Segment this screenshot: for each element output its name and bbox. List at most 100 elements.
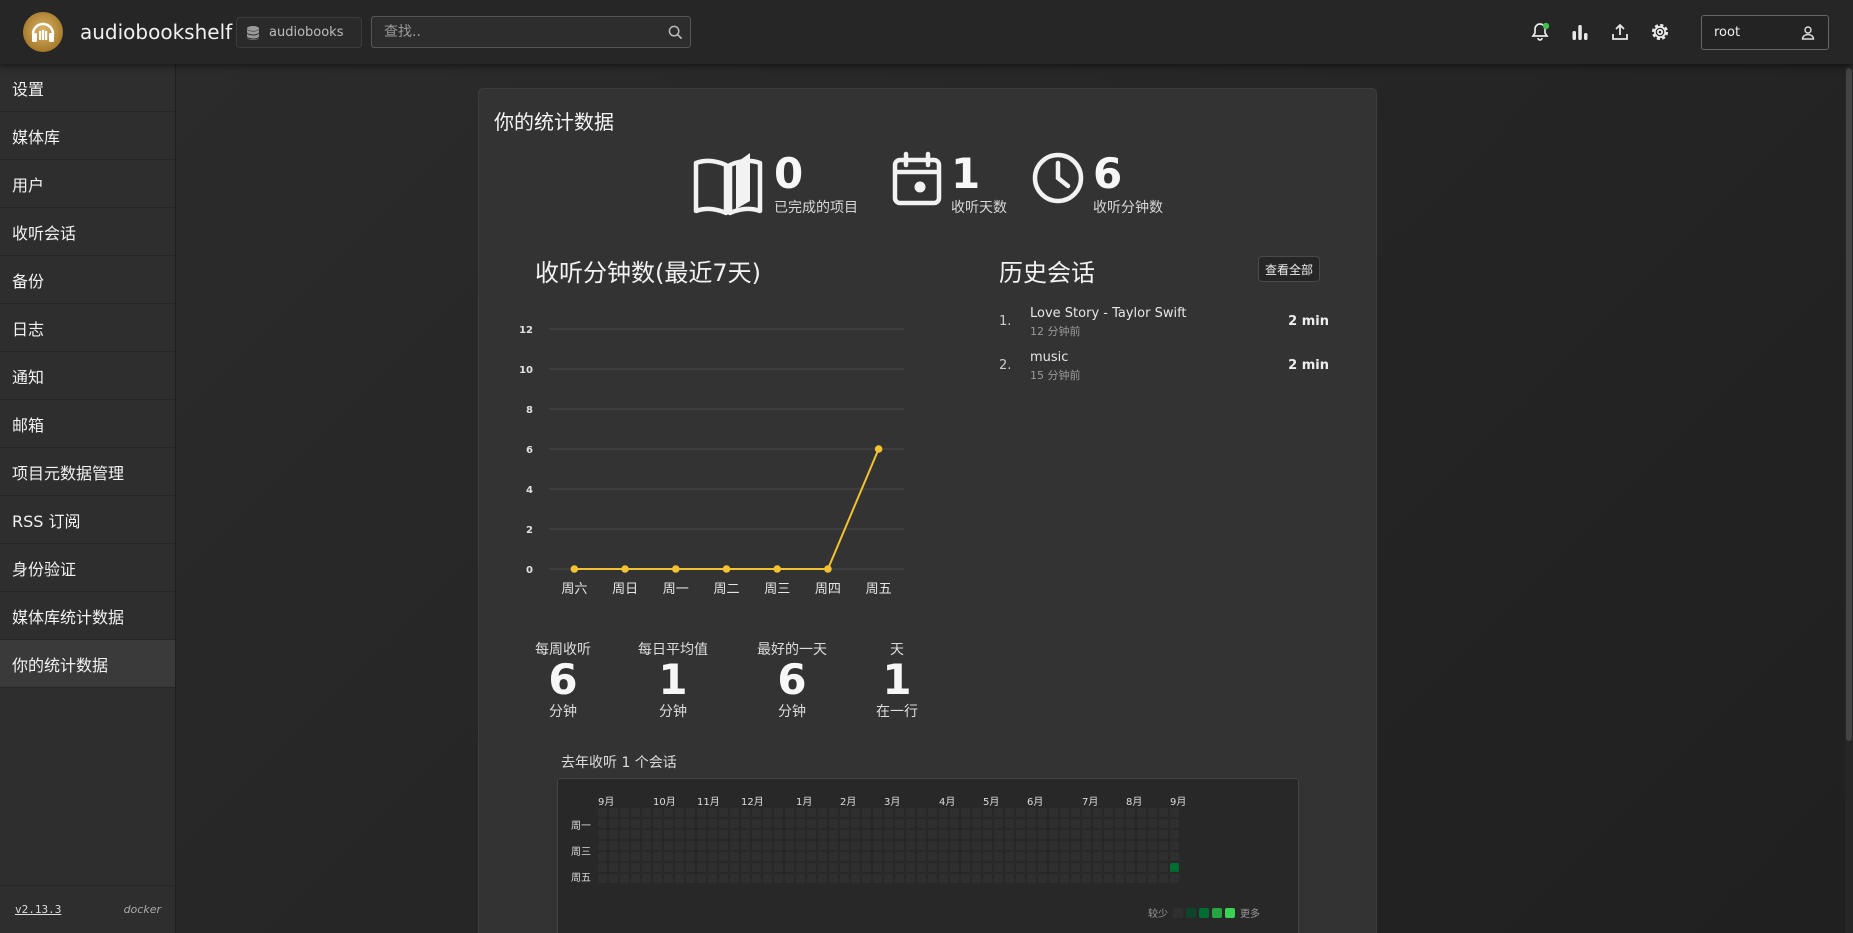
- heatmap-day-cell[interactable]: [653, 852, 662, 861]
- heatmap-day-cell[interactable]: [763, 852, 772, 861]
- heatmap-day-cell[interactable]: [675, 841, 684, 850]
- heatmap-day-cell[interactable]: [873, 874, 882, 883]
- heatmap-day-cell[interactable]: [1071, 841, 1080, 850]
- heatmap-day-cell[interactable]: [939, 808, 948, 817]
- heatmap-day-cell[interactable]: [862, 863, 871, 872]
- heatmap-day-cell[interactable]: [1170, 841, 1179, 850]
- heatmap-day-cell[interactable]: [741, 841, 750, 850]
- heatmap-day-cell[interactable]: [1170, 808, 1179, 817]
- heatmap-day-cell[interactable]: [675, 852, 684, 861]
- heatmap-day-cell[interactable]: [961, 852, 970, 861]
- heatmap-day-cell[interactable]: [994, 863, 1003, 872]
- heatmap-day-cell[interactable]: [620, 808, 629, 817]
- heatmap-day-cell[interactable]: [1038, 841, 1047, 850]
- heatmap-day-cell[interactable]: [686, 808, 695, 817]
- heatmap-day-cell[interactable]: [1027, 852, 1036, 861]
- heatmap-day-cell[interactable]: [972, 841, 981, 850]
- heatmap-day-cell[interactable]: [1027, 874, 1036, 883]
- heatmap-day-cell[interactable]: [917, 808, 926, 817]
- heatmap-day-cell[interactable]: [961, 841, 970, 850]
- heatmap-day-cell[interactable]: [1071, 819, 1080, 828]
- heatmap-day-cell[interactable]: [1115, 863, 1124, 872]
- search-input[interactable]: [372, 24, 660, 40]
- heatmap-day-cell[interactable]: [1049, 841, 1058, 850]
- heatmap-day-cell[interactable]: [1060, 830, 1069, 839]
- heatmap-day-cell[interactable]: [785, 808, 794, 817]
- heatmap-day-cell[interactable]: [631, 808, 640, 817]
- sidebar-item-logs[interactable]: 日志: [0, 304, 175, 352]
- heatmap-day-cell[interactable]: [1148, 841, 1157, 850]
- sidebar-item-your-stats[interactable]: 你的统计数据: [0, 640, 175, 688]
- heatmap-day-cell[interactable]: [796, 874, 805, 883]
- heatmap-day-cell[interactable]: [807, 841, 816, 850]
- heatmap-day-cell[interactable]: [774, 841, 783, 850]
- heatmap-day-cell[interactable]: [664, 808, 673, 817]
- heatmap-day-cell[interactable]: [631, 852, 640, 861]
- heatmap-day-cell[interactable]: [664, 830, 673, 839]
- heatmap-day-cell[interactable]: [774, 808, 783, 817]
- sidebar-item-settings[interactable]: 设置: [0, 64, 175, 112]
- stats-bar-chart-icon[interactable]: [1568, 20, 1592, 44]
- heatmap-day-cell[interactable]: [642, 808, 651, 817]
- heatmap-day-cell[interactable]: [862, 819, 871, 828]
- heatmap-day-cell[interactable]: [697, 852, 706, 861]
- heatmap-day-cell[interactable]: [928, 863, 937, 872]
- heatmap-day-cell[interactable]: [752, 852, 761, 861]
- heatmap-day-cell[interactable]: [1016, 841, 1025, 850]
- heatmap-day-cell[interactable]: [1170, 852, 1179, 861]
- heatmap-day-cell[interactable]: [917, 819, 926, 828]
- heatmap-day-cell[interactable]: [1060, 874, 1069, 883]
- heatmap-day-cell[interactable]: [796, 830, 805, 839]
- heatmap-day-cell[interactable]: [807, 863, 816, 872]
- heatmap-day-cell[interactable]: [928, 852, 937, 861]
- heatmap-day-cell[interactable]: [796, 852, 805, 861]
- heatmap-day-cell[interactable]: [708, 808, 717, 817]
- heatmap-day-cell[interactable]: [719, 841, 728, 850]
- heatmap-day-cell[interactable]: [620, 819, 629, 828]
- sidebar-item-libraries[interactable]: 媒体库: [0, 112, 175, 160]
- heatmap-day-cell[interactable]: [862, 874, 871, 883]
- heatmap-day-cell[interactable]: [895, 808, 904, 817]
- heatmap-day-cell[interactable]: [620, 841, 629, 850]
- heatmap-day-cell[interactable]: [1027, 863, 1036, 872]
- heatmap-day-cell[interactable]: [708, 819, 717, 828]
- heatmap-day-cell[interactable]: [1071, 863, 1080, 872]
- user-menu-button[interactable]: root: [1701, 15, 1829, 50]
- heatmap-day-cell[interactable]: [796, 819, 805, 828]
- heatmap-day-cell[interactable]: [1071, 830, 1080, 839]
- heatmap-day-cell[interactable]: [675, 863, 684, 872]
- heatmap-day-cell[interactable]: [895, 830, 904, 839]
- app-name[interactable]: audiobookshelf: [80, 20, 232, 44]
- heatmap-day-cell[interactable]: [598, 852, 607, 861]
- heatmap-day-cell[interactable]: [1016, 852, 1025, 861]
- version-link[interactable]: v2.13.3: [15, 903, 61, 916]
- heatmap-day-cell[interactable]: [818, 830, 827, 839]
- heatmap-day-cell[interactable]: [675, 808, 684, 817]
- heatmap-day-cell[interactable]: [609, 874, 618, 883]
- heatmap-day-cell[interactable]: [1104, 852, 1113, 861]
- heatmap-day-cell[interactable]: [873, 863, 882, 872]
- heatmap-day-cell[interactable]: [598, 863, 607, 872]
- heatmap-day-cell[interactable]: [961, 819, 970, 828]
- heatmap-day-cell[interactable]: [642, 852, 651, 861]
- heatmap-day-cell[interactable]: [1071, 852, 1080, 861]
- heatmap-day-cell[interactable]: [1126, 841, 1135, 850]
- heatmap-day-cell[interactable]: [1137, 841, 1146, 850]
- upload-icon[interactable]: [1608, 20, 1632, 44]
- heatmap-day-cell[interactable]: [1093, 830, 1102, 839]
- heatmap-day-cell[interactable]: [719, 852, 728, 861]
- heatmap-day-cell[interactable]: [851, 863, 860, 872]
- heatmap-day-cell[interactable]: [983, 874, 992, 883]
- heatmap-day-cell[interactable]: [939, 874, 948, 883]
- heatmap-day-cell[interactable]: [653, 808, 662, 817]
- heatmap-day-cell[interactable]: [829, 874, 838, 883]
- heatmap-day-cell[interactable]: [1093, 852, 1102, 861]
- heatmap-day-cell[interactable]: [609, 830, 618, 839]
- heatmap-day-cell[interactable]: [917, 852, 926, 861]
- heatmap-day-cell[interactable]: [1093, 808, 1102, 817]
- heatmap-day-cell[interactable]: [1137, 874, 1146, 883]
- heatmap-day-cell[interactable]: [983, 830, 992, 839]
- heatmap-day-cell[interactable]: [1104, 808, 1113, 817]
- heatmap-day-cell[interactable]: [1137, 808, 1146, 817]
- heatmap-day-cell[interactable]: [752, 808, 761, 817]
